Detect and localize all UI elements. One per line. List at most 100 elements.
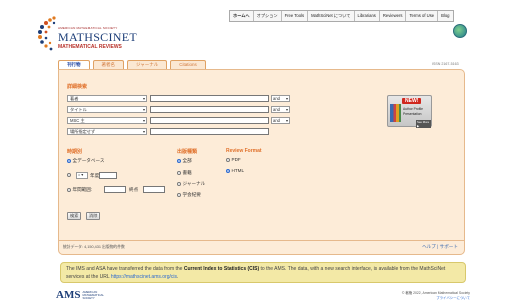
nav-terms-link[interactable]: Terms of Use <box>406 11 439 21</box>
search-section-title: 詳細検索 <box>67 84 88 90</box>
privacy-link[interactable]: プライバシーについて <box>392 296 470 301</box>
field-select-2-value: タイトル <box>70 107 87 112</box>
chevron-down-icon: ▾ <box>285 96 288 101</box>
mathscinet-logo[interactable]: AMERICAN MATHEMATICAL SOCIETY MATHSCINET… <box>36 12 146 54</box>
logo-mathscinet-text: MATHSCINET <box>58 30 138 44</box>
notice-text-1: The IMS and ASA have transferred the dat… <box>66 266 184 272</box>
ams-sub-line-3: SOCIETY <box>82 295 95 300</box>
top-nav: ホームへ オプション Free Tools MathSciNet について Li… <box>229 10 454 22</box>
nav-reviewers-link[interactable]: Reviewers <box>380 11 407 21</box>
end-year-label: 終点 <box>129 187 139 192</box>
operator-select-1[interactable]: and ▾ <box>271 95 290 102</box>
chevron-down-icon: ▾ <box>142 118 145 123</box>
reset-button[interactable]: 消除 <box>86 212 101 220</box>
start-year-input[interactable] <box>104 186 126 193</box>
operator-select-3-value: and <box>273 118 280 123</box>
pub-type-all-label: 全部 <box>182 158 192 163</box>
author-profile-banner[interactable]: NEW! Author Profile Presentation See Mor… <box>387 95 432 128</box>
field-select-2[interactable]: タイトル ▾ <box>67 106 147 113</box>
field-select-4-value: 場所指定せず <box>70 129 96 134</box>
ams-sub-text: AMERICAN MATHEMATICAL SOCIETY <box>82 290 104 300</box>
field-select-3-value: MSC 主 <box>70 118 85 123</box>
format-html-label: HTML <box>231 168 245 173</box>
field-select-1[interactable]: 著者 ▾ <box>67 95 147 102</box>
date-all-radio[interactable]: 全データベース <box>67 158 104 164</box>
search-term-input-4[interactable] <box>150 128 269 135</box>
pub-type-proceedings-label: 学会紀要 <box>182 192 201 197</box>
field-select-4[interactable]: 場所指定せず ▾ <box>67 128 147 135</box>
field-select-3[interactable]: MSC 主 ▾ <box>67 117 147 124</box>
date-range-radio[interactable]: 年間範囲: <box>67 187 92 193</box>
chevron-down-icon: ▾ <box>285 118 288 123</box>
chevron-down-icon: ▾ <box>142 96 145 101</box>
db-stats-text: 統計データ: 4,150,431 出版物的件数 <box>63 245 125 249</box>
cis-link[interactable]: https://mathscinet.ams.org/cis <box>111 274 177 280</box>
date-all-label: 全データベース <box>72 158 105 163</box>
radio-unchecked-icon <box>177 193 181 197</box>
globe-icon[interactable] <box>453 24 467 38</box>
pub-type-books-radio[interactable]: 書籍 <box>177 170 192 176</box>
logo-dots-icon <box>38 16 56 51</box>
tab-publications[interactable]: 刊行物 <box>58 60 90 69</box>
logo-mathematical-reviews-text: MATHEMATICAL REVIEWS <box>58 44 122 50</box>
review-format-title: Review Format <box>226 148 262 154</box>
support-link[interactable]: サポート <box>440 244 458 249</box>
pub-type-all-radio[interactable]: 全部 <box>177 158 192 164</box>
field-select-1-value: 著者 <box>70 96 79 101</box>
year-operator-select[interactable]: = ▾ <box>76 172 88 179</box>
notice-text-3: . <box>176 274 179 280</box>
end-year-input[interactable] <box>143 186 165 193</box>
radio-unchecked-icon <box>177 171 181 175</box>
search-button[interactable]: 検索 <box>67 212 82 220</box>
cis-notice: The IMS and ASA have transferred the dat… <box>60 262 466 283</box>
pub-type-journals-radio[interactable]: ジャーナル <box>177 181 205 187</box>
pub-type-proceedings-radio[interactable]: 学会紀要 <box>177 192 201 198</box>
radio-unchecked-icon <box>67 173 71 177</box>
banner-line-2: Presentation <box>403 112 422 116</box>
date-range-label: 年間範囲: <box>72 187 93 192</box>
radio-unchecked-icon <box>67 188 71 192</box>
nav-home-link[interactable]: ホームへ <box>230 11 254 21</box>
nav-free-tools-link[interactable]: Free Tools <box>282 11 309 21</box>
nav-about-link[interactable]: MathSciNet について <box>308 11 355 21</box>
tab-authors[interactable]: 著者名 <box>92 60 124 69</box>
tab-citations[interactable]: Citations <box>170 60 206 69</box>
panel-divider <box>59 240 464 241</box>
nav-options-link[interactable]: オプション <box>254 11 282 21</box>
pub-type-title: 出版種類 <box>177 149 198 155</box>
panel-footer-links: ヘルプ | サポート <box>422 244 458 249</box>
search-term-input-1[interactable] <box>150 95 269 102</box>
pub-type-journals-label: ジャーナル <box>182 181 206 186</box>
banner-see-more: See More ▶ <box>416 120 431 128</box>
tab-journals[interactable]: ジャーナル <box>127 60 168 69</box>
banner-line-1: Author Profile <box>403 107 423 111</box>
new-badge: NEW! <box>402 98 422 104</box>
radio-checked-icon <box>226 168 230 173</box>
operator-select-1-value: and <box>273 96 280 101</box>
operator-select-2[interactable]: and ▾ <box>271 106 290 113</box>
radio-unchecked-icon <box>177 182 181 186</box>
nav-librarians-link[interactable]: Librarians <box>355 11 380 21</box>
operator-select-3[interactable]: and ▾ <box>271 117 290 124</box>
radio-checked-icon <box>177 159 181 163</box>
date-year-radio[interactable] <box>67 173 71 177</box>
ams-footer-logo[interactable]: AMS AMERICAN MATHEMATICAL SOCIETY <box>56 289 104 301</box>
help-link[interactable]: ヘルプ <box>422 244 436 249</box>
books-icon <box>390 104 401 122</box>
operator-select-2-value: and <box>273 107 280 112</box>
radio-unchecked-icon <box>226 157 230 162</box>
pub-type-books-label: 書籍 <box>182 170 192 175</box>
notice-bold-text: Current Index to Statistics (CIS) <box>183 266 260 272</box>
search-term-input-2[interactable] <box>150 106 269 113</box>
copyright-block: © 著権 2022, American Mathematical Society… <box>392 291 470 301</box>
nav-blog-link[interactable]: Blog <box>438 11 452 21</box>
search-term-input-3[interactable] <box>150 117 269 124</box>
radio-checked-icon <box>67 159 71 163</box>
issn-label: ISSN 2167-5163 <box>432 62 459 66</box>
format-pdf-radio[interactable]: PDF <box>226 157 241 162</box>
chevron-down-icon: ▾ <box>142 107 145 112</box>
ams-mark-text: AMS <box>56 289 81 301</box>
format-html-radio[interactable]: HTML <box>226 168 244 173</box>
format-pdf-label: PDF <box>231 157 241 162</box>
year-input[interactable] <box>99 172 117 179</box>
